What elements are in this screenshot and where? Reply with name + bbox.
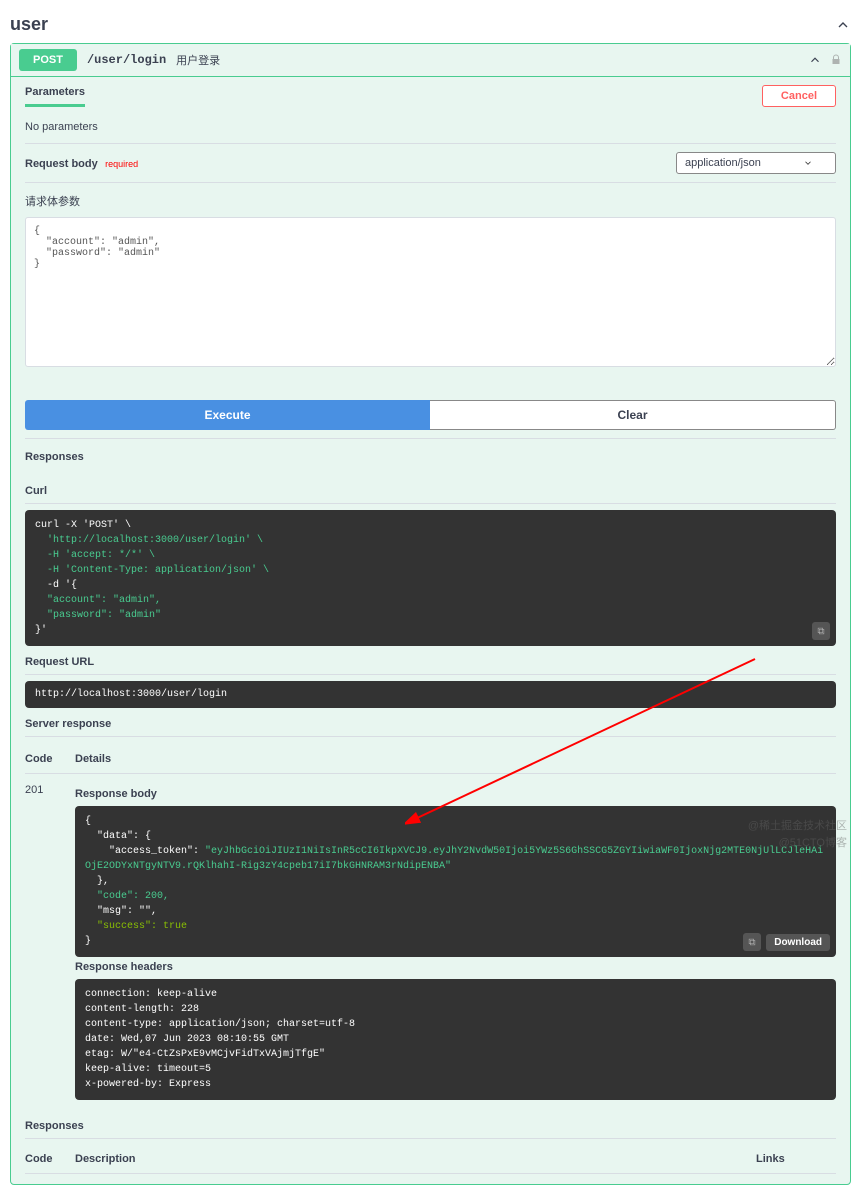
code-header-2: Code	[25, 1153, 75, 1165]
section-title: user	[10, 14, 48, 35]
links-header: Links	[756, 1153, 836, 1165]
server-response-label: Server response	[25, 712, 836, 737]
responses2-label: Responses	[25, 1114, 836, 1139]
section-header[interactable]: user	[10, 8, 851, 43]
request-url-label: Request URL	[25, 650, 836, 675]
response-code: 201	[25, 784, 75, 796]
execute-button[interactable]: Execute	[25, 400, 430, 430]
download-button[interactable]: Download	[766, 934, 830, 951]
request-body-title: Request body	[25, 158, 98, 170]
response-body-block: { "data": { "access_token": "eyJhbGciOiJ…	[75, 806, 836, 957]
copy-icon[interactable]	[743, 933, 761, 951]
required-label: required	[105, 159, 138, 169]
no-parameters-text: No parameters	[25, 117, 836, 143]
chevron-down-icon	[803, 158, 813, 168]
chevron-up-icon[interactable]	[808, 53, 822, 67]
response-headers-label: Response headers	[75, 961, 836, 973]
cancel-button[interactable]: Cancel	[762, 85, 836, 107]
method-badge: POST	[19, 49, 77, 71]
operation-description: 用户登录	[176, 52, 220, 68]
description-header: Description	[75, 1153, 756, 1165]
chevron-up-icon[interactable]	[835, 17, 851, 33]
tab-bar: Parameters Cancel	[11, 77, 850, 107]
operation-path: /user/login	[87, 53, 166, 67]
content-type-select[interactable]: application/json	[676, 152, 836, 174]
response-headers-block: connection: keep-alive content-length: 2…	[75, 979, 836, 1100]
content-type-value: application/json	[685, 157, 761, 169]
tab-parameters[interactable]: Parameters	[25, 86, 85, 107]
operation-summary[interactable]: POST /user/login 用户登录	[11, 44, 850, 77]
copy-icon[interactable]	[812, 622, 830, 640]
details-header: Details	[75, 753, 836, 765]
button-row: Execute Clear	[25, 400, 836, 430]
body-description: 请求体参数	[25, 193, 836, 209]
clear-button[interactable]: Clear	[430, 400, 836, 430]
lock-icon[interactable]	[830, 54, 842, 66]
code-header: Code	[25, 753, 75, 765]
request-body-header: Request body required application/json	[25, 143, 836, 183]
operation-block: POST /user/login 用户登录 Parameters Cancel …	[10, 43, 851, 1185]
curl-label: Curl	[25, 479, 836, 504]
request-body-textarea[interactable]	[25, 217, 836, 367]
curl-block: curl -X 'POST' \ 'http://localhost:3000/…	[25, 510, 836, 646]
response-body-label: Response body	[75, 788, 836, 800]
watermark: @稀土掘金技术社区 @51CTO博客	[748, 818, 847, 853]
responses-heading: Responses	[25, 438, 836, 475]
request-url-value: http://localhost:3000/user/login	[25, 681, 836, 708]
